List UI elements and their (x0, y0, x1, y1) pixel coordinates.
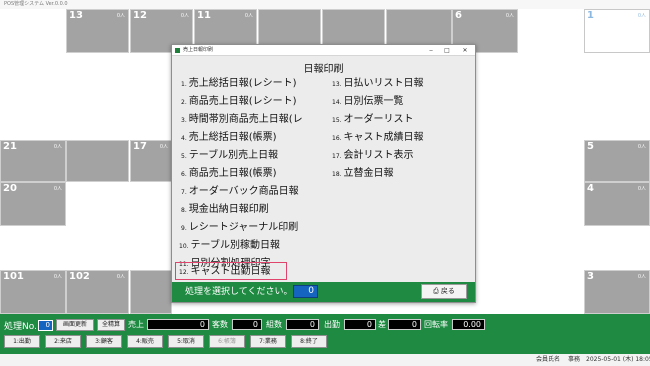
table-tile-21[interactable]: 21 0人 (0, 140, 66, 182)
menu-item-3[interactable]: 3. 時間帯別商品売上日報(レ (181, 112, 331, 127)
table-guests: 0人 (53, 274, 62, 280)
attend-value: 0 (344, 319, 376, 330)
sales-label: 売上 (128, 320, 144, 329)
f4-sales-button[interactable]: 4:販売 (127, 335, 163, 348)
table-tile-blank-left-2[interactable] (66, 140, 129, 182)
f2-visit-button[interactable]: 2:来店 (45, 335, 81, 348)
table-number: 4 (587, 183, 594, 194)
menu-item-1[interactable]: 1. 売上総括日報(レシート) (181, 76, 297, 91)
table-tile-101[interactable]: 101 0人 (0, 270, 66, 314)
window-title: POS管理システム Ver.0.0.0 (0, 0, 650, 9)
menu-item-8[interactable]: 8. 現金出納日報印刷 (181, 202, 269, 217)
f5-cancel-button[interactable]: 5:取消 (168, 335, 204, 348)
close-icon[interactable]: ✕ (459, 45, 471, 56)
menu-item-5[interactable]: 5. テーブル別売上日報 (181, 148, 278, 163)
proc-no-label: 処理No. (4, 322, 37, 332)
table-tile-4[interactable]: 4 0人 (584, 182, 650, 226)
f8-exit-button[interactable]: 8:終了 (291, 335, 327, 348)
table-guests: 0人 (116, 13, 125, 19)
diff-value: 0 (388, 319, 421, 330)
table-guests: 0人 (53, 144, 62, 150)
groups-label: 組数 (266, 320, 282, 329)
table-guests: 0人 (53, 186, 62, 192)
table-number: 17 (133, 141, 147, 152)
screen-update-button[interactable]: 画面更新 (56, 319, 94, 331)
menu-item-9[interactable]: 9. レシートジャーナル印刷 (181, 220, 298, 235)
dialog-heading: 日報印刷 (303, 64, 344, 75)
menu-item-16[interactable]: 16. キャスト成績日報 (332, 130, 424, 145)
table-tile-13[interactable]: 13 0人 (66, 9, 129, 53)
attend-label: 出勤 (324, 320, 340, 329)
f7-business-button[interactable]: 7:業務 (250, 335, 286, 348)
back-button-label: 戻る (440, 287, 455, 295)
table-number: 5 (587, 141, 594, 152)
sales-value: 0 (147, 319, 209, 330)
table-tile-1[interactable]: 1 0人 (584, 9, 650, 53)
table-number: 101 (3, 271, 24, 282)
back-button[interactable]: ⎙ 戻る (421, 284, 467, 299)
dialog-title: 売上日報印刷 (183, 47, 214, 53)
table-tile-blank-bottom[interactable] (130, 270, 172, 314)
control-bar: 処理No. 0 画面更新 全精算 売上 0 客数 0 組数 0 出勤 0 差 0… (0, 314, 650, 354)
turnover-label: 回転率 (424, 320, 448, 329)
status-datetime: 2025-05-01 (木) 18:05 (586, 356, 650, 363)
table-guests: 0人 (637, 274, 646, 280)
menu-item-7[interactable]: 7. オーダーバック商品日報 (181, 184, 299, 199)
f3-customer-button[interactable]: 3:顧客 (86, 335, 122, 348)
table-tile-102[interactable]: 102 0人 (66, 270, 129, 314)
table-guests: 0人 (180, 13, 189, 19)
dialog-titlebar: 売上日報印刷 ‒ □ ✕ (172, 45, 475, 56)
table-number: 12 (133, 10, 147, 21)
table-tile-5[interactable]: 5 0人 (584, 140, 650, 182)
table-number: 1 (587, 10, 594, 21)
table-guests: 0人 (637, 144, 646, 150)
selection-prompt: 処理を選択してください。 (185, 287, 293, 297)
table-guests: 0人 (244, 13, 253, 19)
f1-attend-button[interactable]: 1:出勤 (4, 335, 40, 348)
guests-value: 0 (232, 319, 262, 330)
status-staff: 事務 (568, 356, 581, 363)
table-number: 20 (3, 183, 17, 194)
proc-no-input[interactable]: 0 (38, 320, 53, 331)
menu-item-2[interactable]: 2. 商品売上日報(レシート) (181, 94, 297, 109)
table-number: 11 (197, 10, 211, 21)
menu-item-15[interactable]: 15. オーダーリスト (332, 112, 414, 127)
selection-input[interactable]: 0 (293, 285, 318, 298)
groups-value: 0 (286, 319, 319, 330)
minimize-icon[interactable]: ‒ (425, 45, 437, 56)
print-icon: ⎙ (433, 287, 439, 295)
table-number: 13 (69, 10, 83, 21)
table-guests: 0人 (159, 144, 168, 150)
table-guests: 0人 (505, 13, 514, 19)
table-number: 3 (587, 271, 594, 282)
table-number: 21 (3, 141, 17, 152)
table-guests: 0人 (116, 274, 125, 280)
menu-item-12[interactable]: 12. キャスト出勤日報 (179, 264, 271, 279)
menu-item-18[interactable]: 18. 立替金日報 (332, 166, 394, 181)
menu-item-10[interactable]: 10. テーブル別稼動日報 (179, 238, 280, 253)
table-tile-20[interactable]: 20 0人 (0, 182, 66, 226)
report-print-dialog: 売上日報印刷 ‒ □ ✕ 日報印刷 1. 売上総括日報(レシート) 2. 商品売上日… (171, 44, 476, 303)
menu-item-14[interactable]: 14. 日別伝票一覧 (332, 94, 404, 109)
table-guests: 0人 (637, 13, 646, 19)
status-company: 会員氏名 (536, 356, 561, 363)
f6-ledger-button[interactable]: 6:帳簿 (209, 335, 245, 348)
dialog-footer: 処理を選択してください。 0 ⎙ 戻る (172, 282, 475, 302)
menu-item-4[interactable]: 4. 売上総括日報(帳票) (181, 130, 277, 145)
status-bar: 会員氏名 事務 2025-05-01 (木) 18:05 (0, 354, 650, 366)
table-guests: 0人 (637, 186, 646, 192)
all-settle-button[interactable]: 全精算 (97, 319, 125, 331)
table-tile-3[interactable]: 3 0人 (584, 270, 650, 314)
app-icon (175, 48, 180, 53)
table-number: 102 (69, 271, 90, 282)
diff-label: 差 (378, 320, 386, 329)
turnover-value: 0.00 (452, 319, 485, 330)
menu-item-6[interactable]: 6. 商品売上日報(帳票) (181, 166, 277, 181)
menu-item-13[interactable]: 13. 日払いリスト日報 (332, 76, 424, 91)
table-number: 6 (455, 10, 462, 21)
table-tile-17[interactable]: 17 0人 (130, 140, 172, 182)
guests-label: 客数 (212, 320, 228, 329)
menu-item-17[interactable]: 17. 会計リスト表示 (332, 148, 414, 163)
maximize-icon[interactable]: □ (441, 45, 453, 56)
